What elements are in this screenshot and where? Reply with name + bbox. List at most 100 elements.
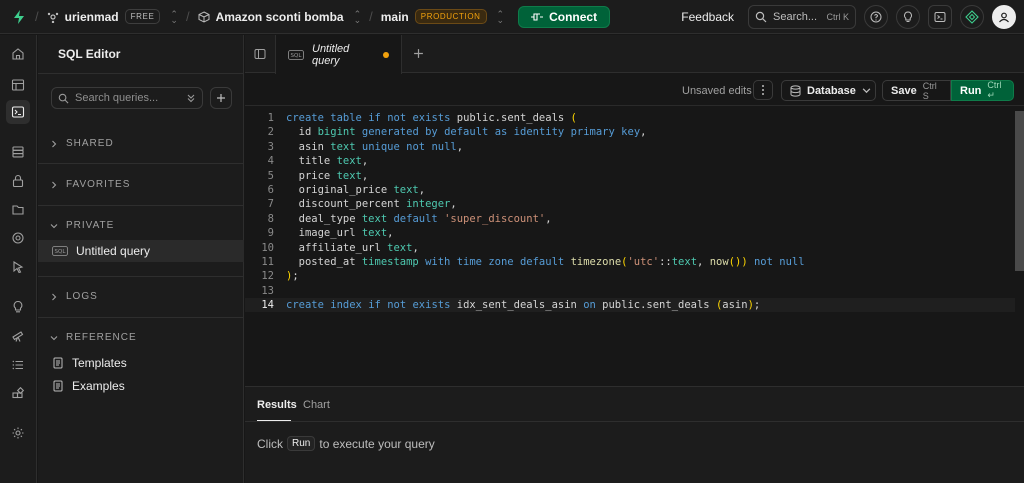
ai-assistant-icon[interactable] [960,5,984,29]
save-shortcut: Ctrl S [922,80,937,101]
line-number: 10 [261,241,274,254]
line-number: 13 [261,284,274,297]
org-selector[interactable]: urienmad FREE ⌃ ⌄ [47,9,178,24]
code-line[interactable]: 2 id bigint generated by default as iden… [245,125,1015,139]
sql-editor-icon[interactable] [6,100,30,124]
code-line[interactable]: 4 title text, [245,154,1015,168]
code-line[interactable]: 5 price text, [245,169,1015,183]
home-icon[interactable] [6,42,30,66]
telescope-icon[interactable] [6,324,30,348]
code-text: id bigint generated by default as identi… [286,126,647,139]
unsaved-edits-label: Unsaved edits [682,85,752,97]
search-queries-input[interactable]: Search queries... [51,87,203,109]
database-icon[interactable] [6,140,30,164]
section-shared[interactable]: SHARED [50,138,114,149]
svg-text:SQL: SQL [55,249,67,255]
code-editor[interactable]: 1 create table if not exists public.sent_… [245,111,1015,386]
auth-lock-icon[interactable] [6,169,30,193]
save-button[interactable]: Save Ctrl S [882,80,951,101]
code-text: ); [286,270,299,283]
global-search-button[interactable]: Search... Ctrl K [748,5,856,29]
line-number: 12 [261,270,274,283]
section-logs[interactable]: LOGS [50,291,98,302]
query-item-untitled[interactable]: SQL Untitled query [38,240,244,262]
code-line[interactable]: 6 original_price text, [245,183,1015,197]
line-number: 11 [261,256,274,268]
svg-text:SQL: SQL [291,53,303,59]
nav-rail [0,35,37,483]
settings-gear-icon[interactable] [6,421,30,445]
editor-scrollbar[interactable] [1015,111,1024,271]
editor-area: SQL Untitled query Unsaved edits Databas… [245,35,1024,483]
code-line[interactable]: 3 asin text unique not null, [245,140,1015,154]
integrations-icon[interactable] [6,382,30,406]
tab-bar: SQL Untitled query [245,35,1024,74]
chevron-updown-icon: ⌃ ⌄ [170,8,178,25]
code-text: create index if not exists idx_sent_deal… [286,299,761,312]
code-line[interactable]: 14 create index if not exists idx_sent_de… [245,298,1015,313]
divider [38,317,244,318]
edge-functions-icon[interactable] [6,255,30,279]
add-tab-icon[interactable] [413,48,424,59]
table-editor-icon[interactable] [6,73,30,97]
new-query-button[interactable] [210,87,232,109]
search-shortcut: Ctrl K [826,12,850,22]
search-icon [755,11,767,23]
section-reference[interactable]: REFERENCE [50,332,137,343]
run-button[interactable]: Run Ctrl ↵ [951,80,1014,101]
chevrons-down-icon[interactable] [186,93,196,103]
hint-text-after: to execute your query [319,436,435,451]
section-label: FAVORITES [66,179,131,190]
tab-untitled-query[interactable]: SQL Untitled query [275,35,402,74]
code-line[interactable]: 10 affiliate_url text, [245,241,1015,255]
query-item-label: Untitled query [76,244,151,258]
code-line[interactable]: 8 deal_type text default 'super_discount… [245,212,1015,226]
branch-selector[interactable]: main PRODUCTION ⌃ ⌄ [381,9,504,24]
code-line[interactable]: 11 posted_at timestamp with time zone de… [245,255,1015,269]
org-icon [47,11,59,23]
section-favorites[interactable]: FAVORITES [50,179,130,190]
code-line[interactable]: 12); [245,269,1015,283]
toggle-sidebar-icon[interactable] [254,48,266,60]
chevron-updown-icon: ⌃ ⌄ [496,8,505,25]
more-options-button[interactable] [753,80,773,100]
feedback-button[interactable]: Feedback [681,10,734,24]
sql-file-icon: SQL [288,49,304,60]
top-bar: / urienmad FREE ⌃ ⌄ / Amazon sconti bomba… [0,0,1024,34]
sidebar-title: SQL Editor [58,47,121,61]
help-icon[interactable] [864,5,888,29]
line-number: 8 [267,212,274,225]
chevron-right-icon [50,140,58,148]
connect-button[interactable]: Connect [518,5,611,28]
realtime-icon[interactable] [6,226,30,250]
code-text: title text, [286,155,369,168]
logs-list-icon[interactable] [6,353,30,377]
advisors-lightbulb-icon[interactable] [6,295,30,319]
supabase-logo-icon[interactable] [11,9,27,25]
project-selector[interactable]: Amazon sconti bomba ⌃ ⌄ [198,9,361,24]
line-number: 3 [267,140,274,153]
code-line[interactable]: 7 discount_percent integer, [245,197,1015,211]
reference-item-templates[interactable]: Templates [38,352,244,374]
database-selector[interactable]: Database [781,80,876,101]
storage-icon[interactable] [6,197,30,221]
code-line[interactable]: 9 image_url text, [245,226,1015,240]
user-avatar[interactable] [992,5,1016,29]
reference-item-examples[interactable]: Examples [38,375,244,397]
document-icon [52,357,64,369]
unsaved-dot-icon [383,51,389,58]
lightbulb-icon[interactable] [896,5,920,29]
terminal-icon[interactable] [928,5,952,29]
code-line[interactable]: 13 [245,284,1015,298]
code-line[interactable]: 1 create table if not exists public.sent_… [245,111,1015,125]
chevron-right-icon [50,293,58,301]
code-text: deal_type text default 'super_discount', [286,212,552,225]
plus-icon [217,94,225,102]
tab-chart[interactable]: Chart [303,399,330,411]
line-number: 9 [267,227,274,240]
document-icon [52,380,64,392]
code-text: create table if not exists public.sent_d… [286,112,577,124]
tab-results[interactable]: Results [257,399,297,411]
code-text: image_url text, [286,227,394,240]
section-private[interactable]: PRIVATE [50,220,114,231]
